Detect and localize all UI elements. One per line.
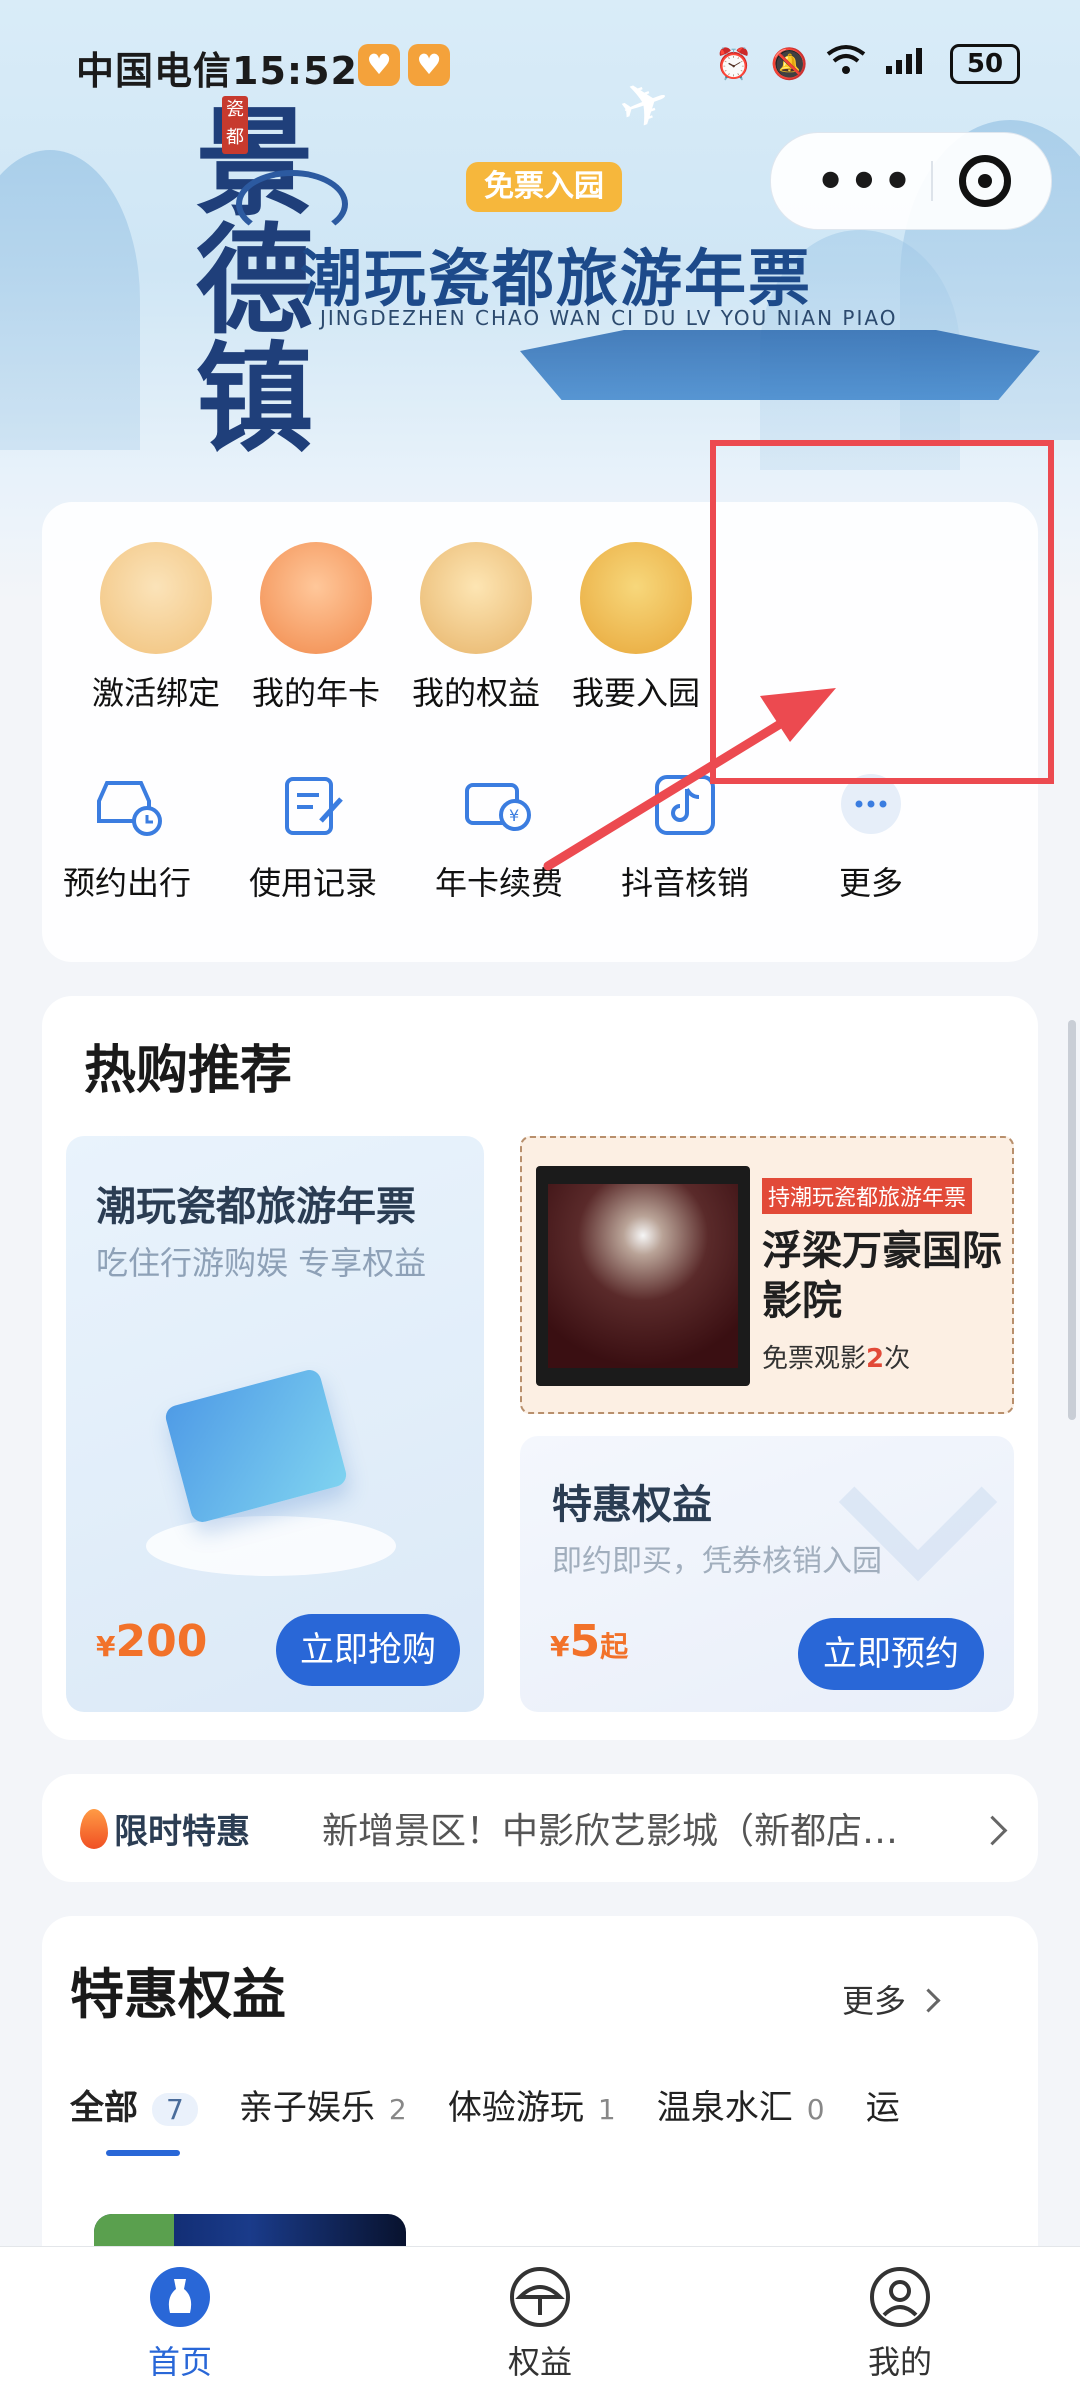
price-value: 5 [569, 1616, 601, 1667]
tab-label: 亲子娱乐 [238, 2088, 375, 2128]
tab-sports[interactable]: 运 [866, 2080, 900, 2129]
tab-count: 0 [806, 2093, 825, 2126]
arrow-annotation [543, 688, 836, 871]
tab-count: 1 [597, 2093, 616, 2126]
benefit-tabs: 全部 7 亲子娱乐 2 体验游玩 1 温泉水汇 0 运 [70, 2080, 1038, 2140]
promo-title: 特惠权益 [552, 1482, 712, 1528]
tab-home[interactable]: 首页 [100, 2265, 260, 2383]
home-vase-icon [148, 2265, 212, 2329]
sub-prefix: 免票观影 [762, 1344, 867, 1374]
section-title: 热购推荐 [84, 1041, 293, 1101]
more-label: 更多 [842, 1982, 907, 2020]
limited-offer-label: 限时特惠 [114, 1812, 250, 1852]
tab-all[interactable]: 全部 7 [70, 2080, 198, 2129]
user-icon [868, 2265, 932, 2329]
promo-subtitle: 免票观影2次 [762, 1338, 910, 1375]
annual-ticket-card[interactable]: 潮玩瓷都旅游年票 吃住行游购娱 专享权益 ¥200 立即抢购 [66, 1136, 484, 1712]
currency-symbol: ¥ [96, 1630, 116, 1663]
tab-benefits[interactable]: 权益 [460, 2265, 620, 2383]
active-tab-underline [106, 2150, 180, 2156]
buy-now-button[interactable]: 立即抢购 [276, 1614, 460, 1686]
scrollbar[interactable] [1068, 1020, 1076, 1420]
screen-image [548, 1184, 738, 1368]
promo-subtitle: 吃住行游购娱 专享权益 [96, 1244, 427, 1282]
tab-count: 2 [388, 2093, 407, 2126]
tab-label: 首页 [147, 2343, 212, 2381]
promo-title: 潮玩瓷都旅游年票 [96, 1184, 416, 1230]
more-link[interactable]: 更多 [842, 1976, 941, 2022]
price-suffix: 起 [600, 1630, 629, 1663]
tab-mine[interactable]: 我的 [820, 2265, 980, 2383]
tab-count: 7 [152, 2093, 198, 2126]
chevron-right-icon [916, 1988, 941, 2013]
currency-symbol: ¥ [550, 1630, 570, 1663]
section-title: 特惠权益 [70, 1963, 286, 2026]
bottom-tab-bar: 首页 权益 我的 [0, 2246, 1080, 2393]
tab-label: 我的 [867, 2343, 932, 2381]
limited-offer-logo: 限时特惠 [80, 1804, 250, 1853]
tab-label: 权益 [507, 2343, 572, 2381]
card-illustration [163, 1367, 349, 1525]
chevron-right-icon [977, 1815, 1008, 1846]
tab-label: 运 [865, 2088, 900, 2128]
tab-hot-spring[interactable]: 温泉水汇 0 [657, 2080, 825, 2129]
price-value: 200 [115, 1616, 208, 1667]
sub-count: 2 [866, 1344, 885, 1374]
tab-experience[interactable]: 体验游玩 1 [448, 2080, 616, 2129]
promo-subtitle: 即约即买，凭券核销入园 [552, 1544, 882, 1579]
podium-illustration [146, 1516, 396, 1576]
tab-label: 全部 [70, 2088, 138, 2128]
limited-offer-text: 新增景区！中影欣艺影城（新都店… [322, 1811, 899, 1852]
promo-tag: 持潮玩瓷都旅游年票 [762, 1178, 973, 1214]
tab-label: 体验游玩 [447, 2088, 584, 2128]
price: ¥200 [96, 1616, 207, 1667]
price: ¥5起 [550, 1616, 628, 1667]
discount-benefit-card[interactable]: 特惠权益 即约即买，凭券核销入园 ¥5起 立即预约 [520, 1436, 1014, 1712]
sub-suffix: 次 [884, 1344, 911, 1374]
promo-title: 浮梁万豪国际影院 [762, 1228, 1002, 1324]
limited-offer-bar[interactable]: 限时特惠 新增景区！中影欣艺影城（新都店… [42, 1774, 1038, 1882]
book-now-button[interactable]: 立即预约 [798, 1618, 984, 1690]
cinema-promo-card[interactable]: 持潮玩瓷都旅游年票 浮梁万豪国际影院 免票观影2次 [520, 1136, 1014, 1414]
cinema-image [536, 1166, 750, 1386]
hot-recommend-section: 热购推荐 潮玩瓷都旅游年票 吃住行游购娱 专享权益 ¥200 立即抢购 持潮玩瓷… [42, 996, 1038, 1740]
flame-icon [80, 1808, 108, 1849]
tab-family-fun[interactable]: 亲子娱乐 2 [239, 2080, 407, 2129]
benefits-icon [508, 2265, 572, 2329]
tab-label: 温泉水汇 [656, 2088, 793, 2128]
